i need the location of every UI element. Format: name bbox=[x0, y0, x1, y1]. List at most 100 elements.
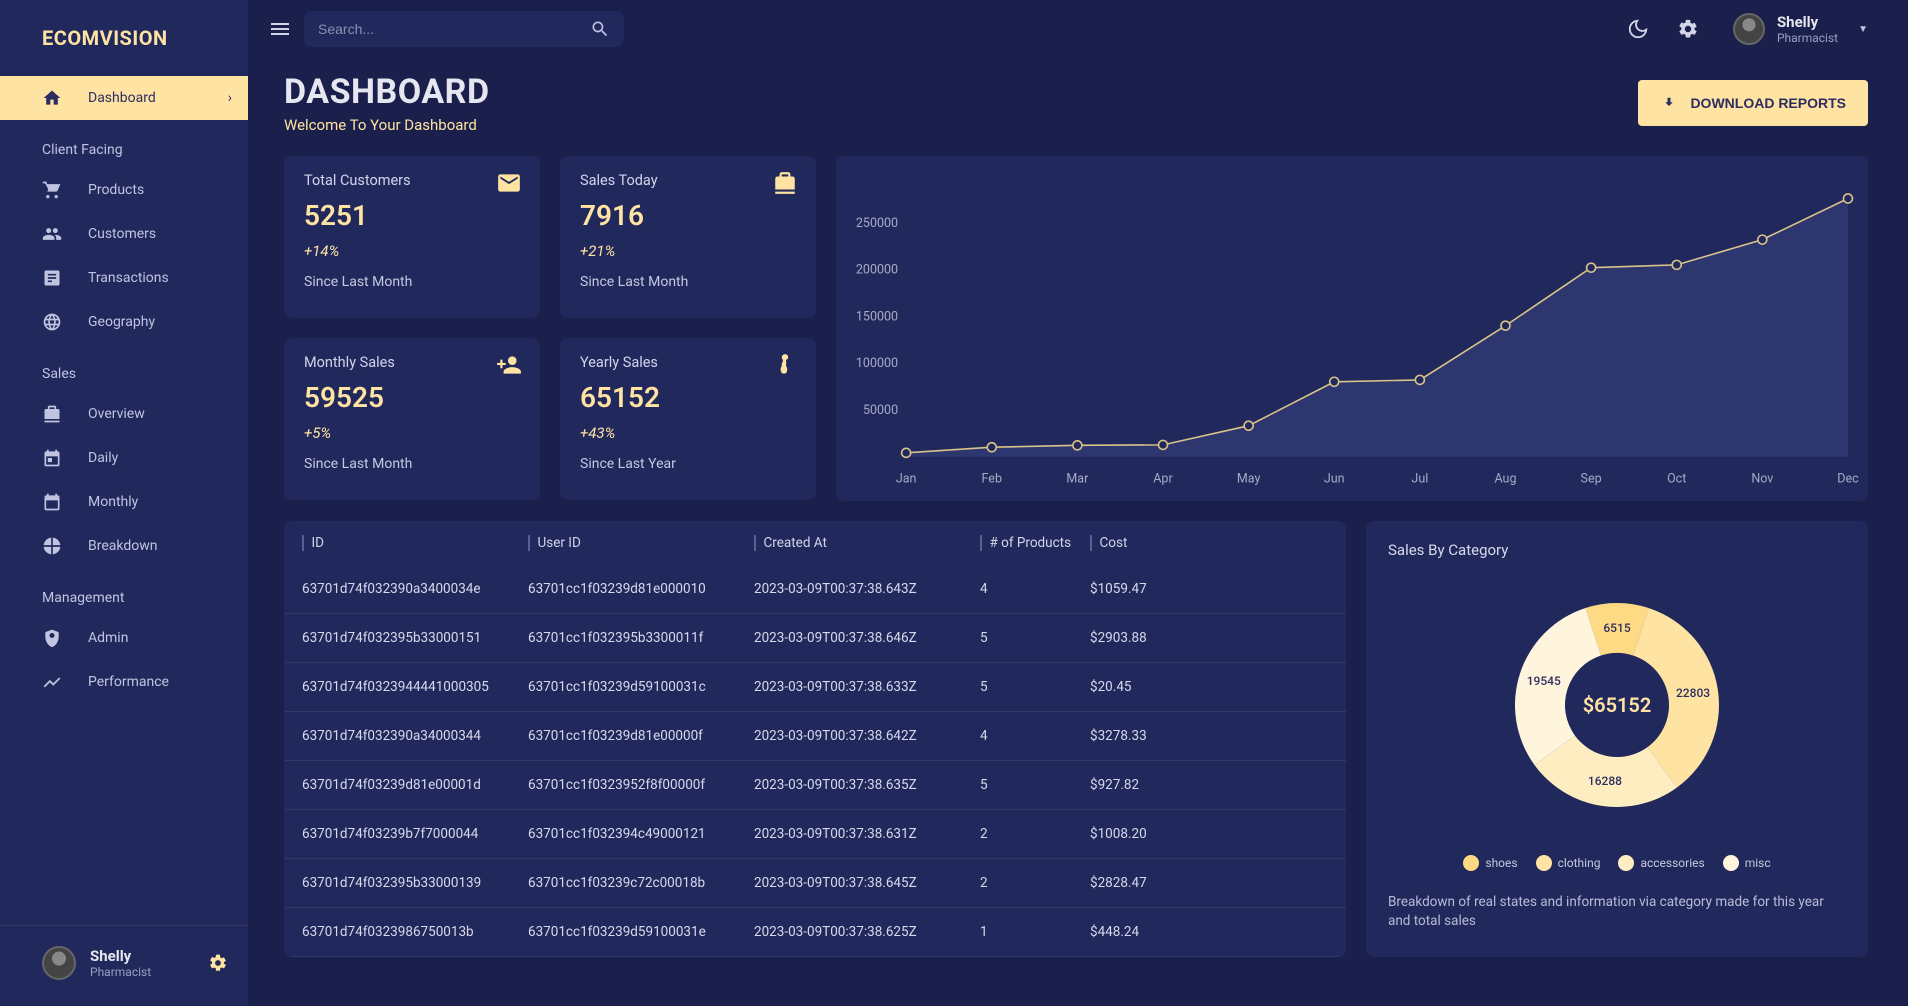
search-input[interactable] bbox=[318, 21, 590, 37]
sidebar-item-performance[interactable]: Performance bbox=[0, 660, 248, 704]
svg-text:Dec: Dec bbox=[1837, 472, 1859, 487]
svg-text:50000: 50000 bbox=[863, 403, 898, 418]
stat-value: 59525 bbox=[304, 381, 520, 414]
sidebar-item-overview[interactable]: Overview bbox=[0, 392, 248, 436]
transactions-icon bbox=[42, 268, 64, 288]
svg-text:May: May bbox=[1237, 472, 1261, 487]
sidebar-item-label: Admin bbox=[88, 630, 128, 646]
col-created[interactable]: Created At bbox=[764, 535, 827, 551]
table-row[interactable]: 63701d74f032395b33000151 63701cc1f032395… bbox=[284, 614, 1346, 663]
legend-item-clothing[interactable]: clothing bbox=[1536, 855, 1601, 871]
cell-created: 2023-03-09T00:37:38.646Z bbox=[746, 630, 972, 646]
download-reports-button[interactable]: DOWNLOAD REPORTS bbox=[1638, 80, 1868, 126]
svg-text:Mar: Mar bbox=[1066, 472, 1089, 487]
svg-text:Aug: Aug bbox=[1494, 472, 1516, 487]
cell-created: 2023-03-09T00:37:38.635Z bbox=[746, 777, 972, 793]
topbar-user-menu[interactable]: Shelly Pharmacist ▼ bbox=[1733, 13, 1868, 45]
stat-since: Since Last Month bbox=[304, 274, 520, 290]
svg-text:200000: 200000 bbox=[856, 263, 898, 278]
sidebar-user-name: Shelly bbox=[90, 947, 208, 965]
sidebar-user: Shelly Pharmacist bbox=[0, 925, 248, 1006]
sidebar-item-breakdown[interactable]: Breakdown bbox=[0, 524, 248, 568]
gear-icon[interactable] bbox=[208, 953, 228, 973]
col-products[interactable]: # of Products bbox=[990, 535, 1072, 551]
table-row[interactable]: 63701d74f032395b33000139 63701cc1f03239c… bbox=[284, 859, 1346, 908]
person-add-icon bbox=[496, 352, 522, 378]
donut-center-value: $65152 bbox=[1583, 693, 1652, 717]
cell-created: 2023-03-09T00:37:38.631Z bbox=[746, 826, 972, 842]
table-row[interactable]: 63701d74f03239d81e00001d 63701cc1f032395… bbox=[284, 761, 1346, 810]
cell-products: 5 bbox=[972, 679, 1082, 695]
page-subtitle: Welcome To Your Dashboard bbox=[284, 116, 490, 134]
col-id[interactable]: ID bbox=[312, 535, 325, 551]
col-userid[interactable]: User ID bbox=[538, 535, 581, 551]
table-row[interactable]: 63701d74f032390a34000344 63701cc1f03239d… bbox=[284, 712, 1346, 761]
traffic-icon bbox=[772, 352, 798, 378]
cell-cost: $1008.20 bbox=[1082, 826, 1336, 842]
legend-item-accessories[interactable]: accessories bbox=[1618, 855, 1704, 871]
table-row[interactable]: 63701d74f0323944441000305 63701cc1f03239… bbox=[284, 663, 1346, 712]
daily-icon bbox=[42, 448, 64, 468]
col-cost[interactable]: Cost bbox=[1100, 535, 1128, 551]
sidebar-item-admin[interactable]: Admin bbox=[0, 616, 248, 660]
cell-cost: $448.24 bbox=[1082, 924, 1336, 940]
table-row[interactable]: 63701d74f032390a3400034e 63701cc1f03239d… bbox=[284, 565, 1346, 614]
cell-id: 63701d74f032395b33000139 bbox=[294, 875, 520, 891]
svg-text:Jan: Jan bbox=[896, 472, 917, 487]
legend-item-misc[interactable]: misc bbox=[1723, 855, 1771, 871]
sidebar-item-monthly[interactable]: Monthly bbox=[0, 480, 248, 524]
cell-id: 63701d74f032395b33000151 bbox=[294, 630, 520, 646]
sidebar-item-geography[interactable]: Geography bbox=[0, 300, 248, 344]
svg-text:Jul: Jul bbox=[1411, 472, 1428, 487]
svg-text:Feb: Feb bbox=[982, 472, 1002, 487]
table-row[interactable]: 63701d74f0323986750013b 63701cc1f03239d5… bbox=[284, 908, 1346, 957]
caret-down-icon: ▼ bbox=[1858, 24, 1868, 35]
page-title: DASHBOARD bbox=[284, 72, 490, 112]
table-row[interactable]: 63701d74f03239b7f7000044 63701cc1f032394… bbox=[284, 810, 1346, 859]
cell-id: 63701d74f0323944441000305 bbox=[294, 679, 520, 695]
admin-icon bbox=[42, 628, 64, 648]
stat-since: Since Last Month bbox=[580, 274, 796, 290]
sidebar-item-customers[interactable]: Customers bbox=[0, 212, 248, 256]
products-icon bbox=[42, 180, 64, 200]
geography-icon bbox=[42, 312, 64, 332]
legend-item-shoes[interactable]: shoes bbox=[1463, 855, 1517, 871]
gear-icon[interactable] bbox=[1669, 10, 1707, 48]
cell-userid: 63701cc1f0323952f8f00000f bbox=[520, 777, 746, 793]
legend-dot bbox=[1723, 855, 1739, 871]
svg-text:Oct: Oct bbox=[1667, 472, 1686, 487]
svg-text:Sep: Sep bbox=[1581, 472, 1602, 487]
monthly-icon bbox=[42, 492, 64, 512]
dashboard-icon bbox=[42, 88, 64, 108]
sidebar-item-label: Dashboard bbox=[88, 90, 156, 106]
cell-userid: 63701cc1f032394c49000121 bbox=[520, 826, 746, 842]
stat-label: Monthly Sales bbox=[304, 354, 520, 371]
cell-userid: 63701cc1f03239d81e000010 bbox=[520, 581, 746, 597]
legend-dot bbox=[1463, 855, 1479, 871]
line-chart: 50000100000150000200000250000JanFebMarAp… bbox=[836, 156, 1868, 501]
stat-value: 65152 bbox=[580, 381, 796, 414]
cell-id: 63701d74f032390a3400034e bbox=[294, 581, 520, 597]
mail-icon bbox=[496, 170, 522, 196]
cell-cost: $3278.33 bbox=[1082, 728, 1336, 744]
menu-icon[interactable] bbox=[268, 17, 292, 41]
sidebar-item-daily[interactable]: Daily bbox=[0, 436, 248, 480]
stat-change: +14% bbox=[304, 242, 520, 260]
cell-id: 63701d74f032390a34000344 bbox=[294, 728, 520, 744]
dark-mode-icon[interactable] bbox=[1619, 10, 1657, 48]
sidebar-item-products[interactable]: Products bbox=[0, 168, 248, 212]
search-icon[interactable] bbox=[590, 19, 610, 39]
svg-text:100000: 100000 bbox=[856, 356, 898, 371]
sidebar-item-transactions[interactable]: Transactions bbox=[0, 256, 248, 300]
sidebar-item-label: Customers bbox=[88, 226, 156, 242]
cell-id: 63701d74f03239d81e00001d bbox=[294, 777, 520, 793]
avatar bbox=[1733, 13, 1765, 45]
sidebar-item-label: Geography bbox=[88, 314, 155, 330]
sidebar-user-role: Pharmacist bbox=[90, 965, 208, 979]
cell-products: 4 bbox=[972, 581, 1082, 597]
stat-sales-today: Sales Today 7916 +21% Since Last Month bbox=[560, 156, 816, 318]
sidebar-item-dashboard[interactable]: Dashboard› bbox=[0, 76, 248, 120]
sidebar-item-label: Daily bbox=[88, 450, 118, 466]
sidebar-item-label: Monthly bbox=[88, 494, 138, 510]
stat-total-customers: Total Customers 5251 +14% Since Last Mon… bbox=[284, 156, 540, 318]
